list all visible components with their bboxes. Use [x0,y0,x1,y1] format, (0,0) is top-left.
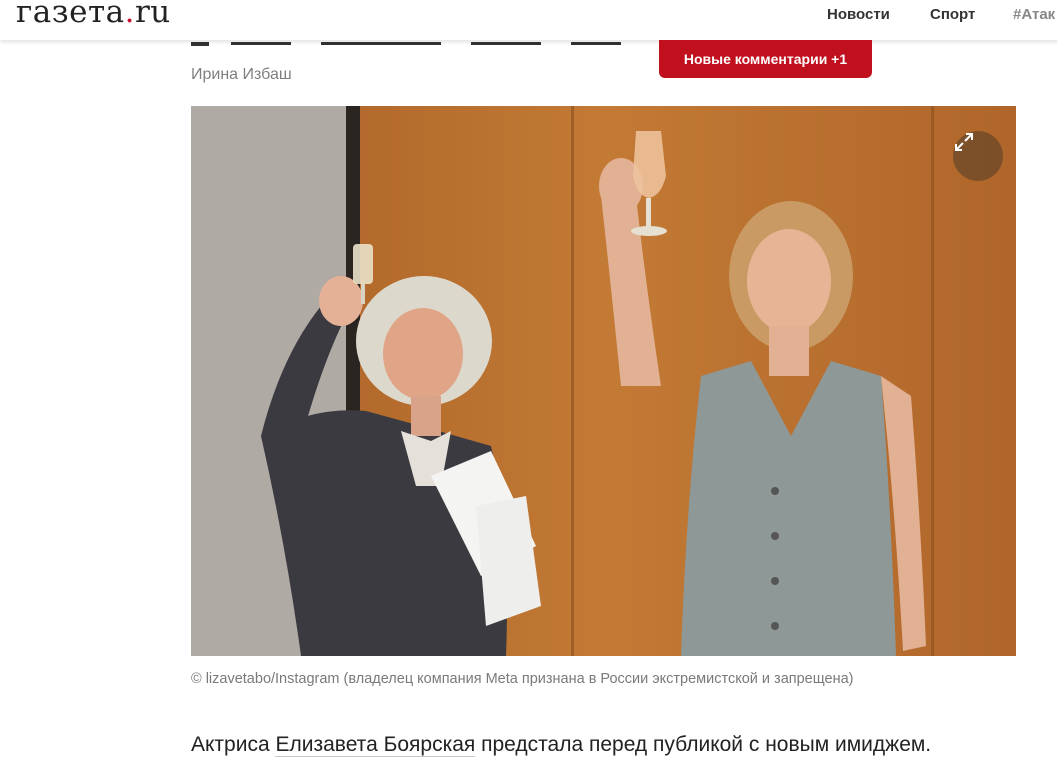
lead-prefix: Актриса [191,733,276,756]
expand-arrows-icon [955,133,973,151]
headline-descenders [191,42,621,46]
site-header: газета.ru Новости Спорт #Атак [0,0,1058,40]
photo-caption: © lizavetabo/Instagram (владелец компани… [191,671,854,687]
photo-illustration [191,106,1016,656]
nav-item-news[interactable]: Новости [827,6,890,23]
main-nav: Новости Спорт #Атак [0,6,1058,26]
lead-suffix: предстала перед публикой с новым имиджем… [475,733,932,756]
article-photo[interactable] [191,106,1016,656]
article-lead: Актриса Елизавета Боярская предстала пер… [191,733,931,757]
headline-cut-off [191,40,631,46]
nav-item-tag-attack[interactable]: #Атак [1013,6,1055,23]
headline-remnant [191,40,631,46]
nav-item-sport[interactable]: Спорт [930,6,975,23]
new-comments-button[interactable]: Новые комментарии +1 [659,40,872,78]
article-author[interactable]: Ирина Избаш [191,66,292,84]
lead-person-link[interactable]: Елизавета Боярская [275,733,476,757]
photo-expand-button[interactable] [953,131,1003,181]
